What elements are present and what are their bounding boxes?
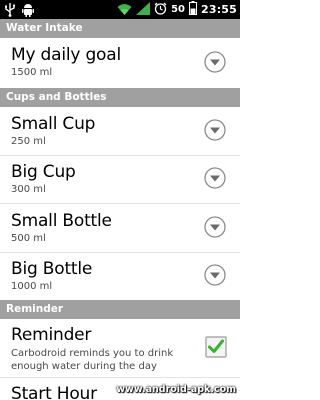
pref-title: Big Bottle	[11, 259, 93, 279]
pref-title: Big Cup	[11, 162, 76, 182]
pref-summary: 1500 ml	[11, 67, 53, 78]
pref-big-bottle[interactable]: Big Bottle 1000 ml	[0, 253, 240, 300]
section-header-water-intake: Water Intake	[0, 19, 240, 38]
chevron-down-circle-icon[interactable]	[204, 167, 226, 189]
pref-summary: 500 ml	[11, 233, 46, 244]
chevron-down-circle-icon[interactable]	[204, 119, 226, 141]
pref-title: Small Bottle	[11, 211, 112, 231]
pref-title: Start Hour	[11, 384, 97, 400]
pref-summary: Carbodroid reminds you to drink enough w…	[11, 348, 174, 372]
pref-small-cup[interactable]: Small Cup 250 ml	[0, 107, 240, 155]
chevron-down-circle-icon[interactable]	[204, 51, 226, 73]
pref-reminder[interactable]: Reminder Carbodroid reminds you to drink…	[0, 319, 240, 376]
pref-summary: 300 ml	[11, 184, 46, 195]
section-header-reminder: Reminder	[0, 300, 240, 319]
pref-title: Small Cup	[11, 114, 96, 134]
battery-icon	[188, 0, 197, 19]
status-bar: 50 23:55	[0, 0, 240, 19]
chevron-down-circle-icon[interactable]	[204, 216, 226, 238]
pref-big-cup[interactable]: Big Cup 300 ml	[0, 156, 240, 203]
alarm-icon	[154, 0, 167, 19]
pref-daily-goal[interactable]: My daily goal 1500 ml	[0, 38, 240, 88]
pref-title: My daily goal	[11, 45, 121, 65]
wifi-icon	[117, 0, 132, 19]
checkbox-checked-icon[interactable]	[205, 336, 227, 358]
pref-title: Reminder	[11, 325, 92, 345]
pref-small-bottle[interactable]: Small Bottle 500 ml	[0, 204, 240, 252]
system-icons: 50 23:55	[117, 1, 237, 18]
pref-summary: 250 ml	[11, 136, 46, 147]
battery-percent: 50	[171, 4, 185, 15]
chevron-down-circle-icon[interactable]	[204, 264, 226, 286]
signal-icon	[136, 0, 151, 19]
watermark-text: www.android-apk.com	[116, 384, 236, 395]
clock-time: 23:55	[200, 3, 237, 16]
section-header-cups-and-bottles: Cups and Bottles	[0, 88, 240, 107]
pref-summary: 1000 ml	[11, 281, 53, 292]
